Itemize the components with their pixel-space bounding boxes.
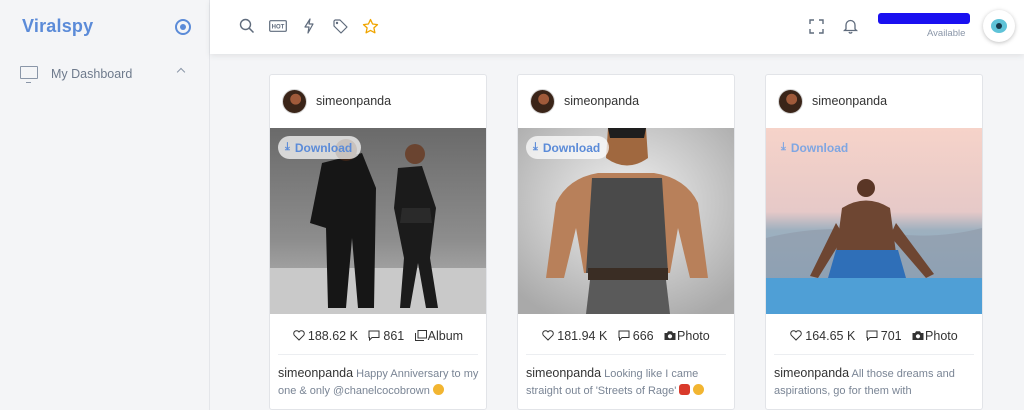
post-image[interactable]: ⤓ Download bbox=[270, 128, 486, 314]
heart-icon bbox=[790, 330, 803, 341]
sidebar: Viralspy My Dashboard bbox=[0, 0, 210, 410]
avatar[interactable] bbox=[983, 10, 1015, 42]
comments-count: 701 bbox=[880, 328, 902, 343]
post-username[interactable]: simeonpanda bbox=[564, 94, 639, 108]
download-label: Download bbox=[294, 140, 353, 155]
post-header: simeonpanda bbox=[270, 75, 486, 128]
post-type: Album bbox=[427, 328, 464, 343]
post-author-avatar[interactable] bbox=[282, 89, 307, 114]
comment-icon bbox=[866, 330, 878, 342]
post-stats: 181.94 K 666 Photo bbox=[518, 328, 734, 343]
post-card: simeonpanda ⤓ Download 164.65 K 701 Phot… bbox=[765, 74, 983, 410]
camera-icon bbox=[912, 331, 924, 341]
download-button[interactable]: ⤓ Download bbox=[526, 136, 610, 159]
chevron-up-icon[interactable] bbox=[176, 67, 186, 77]
user-name-redacted bbox=[878, 13, 970, 24]
likes-count: 164.65 K bbox=[805, 328, 856, 343]
divider bbox=[278, 354, 478, 355]
smile-emoji-icon bbox=[432, 384, 444, 395]
post-caption: simeonpanda Looking like I came straight… bbox=[526, 365, 728, 400]
likes-count: 188.62 K bbox=[307, 328, 358, 343]
post-caption: simeonpanda Happy Anniversary to my one … bbox=[278, 365, 480, 400]
divider bbox=[526, 354, 726, 355]
post-card: simeonpanda ⤓ Download 181.94 K 666 Phot… bbox=[517, 74, 735, 410]
hot-icon[interactable]: HOT bbox=[268, 17, 288, 35]
comment-icon bbox=[618, 330, 630, 342]
camera-icon bbox=[664, 331, 676, 341]
comments-count: 666 bbox=[632, 328, 654, 343]
post-header: simeonpanda bbox=[518, 75, 734, 128]
download-label: Download bbox=[790, 140, 849, 155]
monitor-icon bbox=[20, 66, 38, 83]
heart-icon bbox=[293, 330, 305, 341]
post-username[interactable]: simeonpanda bbox=[812, 94, 887, 108]
post-image[interactable]: ⤓ Download bbox=[518, 128, 734, 314]
download-button[interactable]: ⤓ Download bbox=[278, 136, 362, 159]
user-status: Available bbox=[927, 28, 966, 39]
post-author-avatar[interactable] bbox=[778, 89, 803, 114]
download-label: Download bbox=[542, 140, 601, 155]
caption-username[interactable]: simeonpanda bbox=[526, 366, 601, 380]
caption-username[interactable]: simeonpanda bbox=[774, 366, 849, 380]
caption-username[interactable]: simeonpanda bbox=[278, 366, 353, 380]
top-header: HOT Available bbox=[210, 0, 1024, 54]
tag-icon[interactable] bbox=[331, 17, 349, 35]
star-icon[interactable] bbox=[361, 17, 379, 35]
download-icon: ⤓ bbox=[781, 141, 786, 153]
comments-count: 861 bbox=[383, 328, 405, 343]
sweat-smile-emoji-icon bbox=[693, 384, 705, 395]
post-image[interactable]: ⤓ Download bbox=[766, 128, 982, 314]
post-stats: 188.62 K 861 Album bbox=[270, 328, 486, 343]
divider bbox=[774, 354, 974, 355]
comment-icon bbox=[368, 330, 380, 342]
sidebar-toggle-icon[interactable] bbox=[175, 19, 191, 35]
likes-count: 181.94 K bbox=[557, 328, 608, 343]
fullscreen-icon[interactable] bbox=[807, 17, 825, 35]
album-icon bbox=[414, 330, 427, 342]
heart-icon bbox=[542, 330, 555, 341]
download-button[interactable]: ⤓ Download bbox=[774, 136, 857, 159]
sidebar-item-label: My Dashboard bbox=[51, 67, 133, 81]
brand-logo[interactable]: Viralspy bbox=[22, 16, 93, 37]
post-type: Photo bbox=[925, 328, 958, 343]
post-header: simeonpanda bbox=[766, 75, 982, 128]
download-icon: ⤓ bbox=[285, 141, 290, 153]
search-icon[interactable] bbox=[238, 17, 256, 35]
post-type: Photo bbox=[677, 328, 710, 343]
post-caption: simeonpanda All those dreams and aspirat… bbox=[774, 365, 976, 400]
post-card: simeonpanda ⤓ Download 188.62 K 861 Albu… bbox=[269, 74, 487, 410]
lightning-icon[interactable] bbox=[300, 17, 318, 35]
hot-label: HOT bbox=[272, 25, 285, 31]
sidebar-item-my-dashboard[interactable]: My Dashboard bbox=[0, 58, 209, 88]
bell-icon[interactable] bbox=[841, 17, 859, 35]
post-author-avatar[interactable] bbox=[530, 89, 555, 114]
download-icon: ⤓ bbox=[533, 141, 538, 153]
post-stats: 164.65 K 701 Photo bbox=[766, 328, 982, 343]
boxing-glove-emoji-icon bbox=[679, 384, 691, 395]
post-username[interactable]: simeonpanda bbox=[316, 94, 391, 108]
